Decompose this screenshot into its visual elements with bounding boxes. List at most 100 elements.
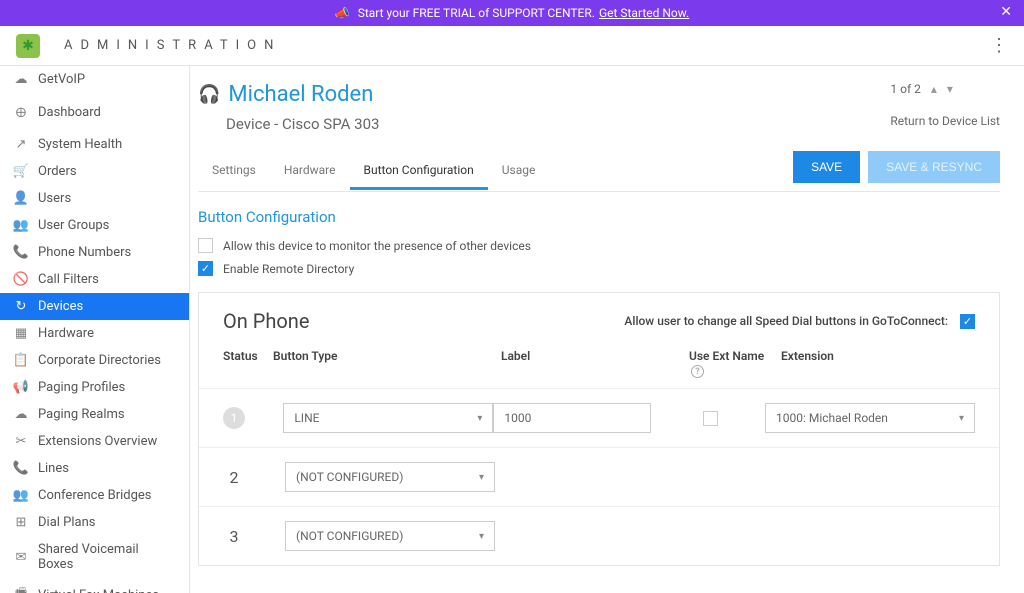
sidebar-item-dashboard-icon: 🜨 <box>12 99 30 125</box>
sidebar-item-conference-bridges[interactable]: 👥 Conference Bridges <box>0 482 189 509</box>
remote-directory-label: Enable Remote Directory <box>223 262 354 276</box>
sidebar-item-getvoip[interactable]: ☁ GetVoIP <box>0 66 189 93</box>
pager: 1 of 2 ▴ ▾ <box>890 82 1000 96</box>
sidebar: ☁ GetVoIP 🜨 Dashboard ↗ System Health 🛒 Orders 👤… <box>0 66 190 593</box>
sidebar-item-getvoip-icon: ☁ <box>12 72 30 87</box>
sidebar-item-corporate-directories[interactable]: 📋Corporate Directories <box>0 347 189 374</box>
allow-speed-dial-checkbox[interactable]: ✓ <box>960 314 975 329</box>
sidebar-item-corporate-directories-icon: 📋 <box>12 353 30 368</box>
remote-directory-row[interactable]: ✓ Enable Remote Directory <box>198 261 1000 276</box>
extension-select[interactable]: 1000: Michael Roden <box>765 403 975 433</box>
remote-directory-checkbox[interactable]: ✓ <box>198 261 213 276</box>
sidebar-item-label: Conference Bridges <box>38 488 152 503</box>
sidebar-item-user-groups[interactable]: 👥 User Groups <box>0 212 189 239</box>
sidebar-item-phone-numbers[interactable]: 📞 Phone Numbers <box>0 239 189 266</box>
headset-icon: 🎧 <box>198 84 220 105</box>
trial-banner: 📣 Start your FREE TRIAL of SUPPORT CENTE… <box>0 0 1024 26</box>
save-resync-button[interactable]: SAVE & RESYNC <box>868 151 1000 183</box>
sidebar-item-paging-profiles[interactable]: 📢Paging Profiles <box>0 374 189 401</box>
section-title: Button Configuration <box>198 208 1000 226</box>
sidebar-item-users-icon: 👤 <box>12 191 30 206</box>
sidebar-item-label: Lines <box>38 461 69 476</box>
label-input[interactable]: 1000 <box>493 403 651 433</box>
sidebar-item-phone-numbers-icon: 📞 <box>12 245 30 260</box>
button-row: 2 (NOT CONFIGURED) <box>199 448 999 507</box>
save-button[interactable]: SAVE <box>793 151 860 183</box>
sidebar-item-label: Paging Profiles <box>38 380 125 395</box>
sidebar-item-hardware[interactable]: ▦ Hardware <box>0 320 189 347</box>
banner-link[interactable]: Get Started Now. <box>599 6 689 20</box>
tab-usage[interactable]: Usage <box>488 153 550 189</box>
pager-prev-icon[interactable]: ▴ <box>931 82 937 96</box>
sidebar-item-orders-icon: 🛒 <box>12 164 30 179</box>
tab-hardware[interactable]: Hardware <box>270 153 350 189</box>
sidebar-item-label: Hardware <box>38 326 94 341</box>
sidebar-item-label: Dashboard <box>38 105 101 120</box>
sidebar-item-shared-voicemail-icon: ✉ <box>12 550 30 565</box>
sidebar-item-label: Extensions Overview <box>38 434 157 449</box>
sidebar-item-label: Shared Voicemail Boxes <box>38 542 177 572</box>
button-type-select[interactable]: LINE <box>283 403 493 433</box>
pager-text: 1 of 2 <box>890 82 920 96</box>
help-icon[interactable]: ? <box>691 365 704 378</box>
sidebar-item-extensions-overview[interactable]: ✂ Extensions Overview <box>0 428 189 455</box>
sidebar-item-hardware-icon: ▦ <box>12 326 30 341</box>
allow-speed-dial-label: Allow user to change all Speed Dial butt… <box>624 314 948 328</box>
sidebar-item-dashboard[interactable]: 🜨 Dashboard <box>0 93 189 131</box>
sidebar-item-label: User Groups <box>38 218 109 233</box>
sidebar-item-devices[interactable]: ↻ Devices <box>0 293 189 320</box>
sidebar-item-label: GetVoIP <box>38 72 85 87</box>
sidebar-item-lines[interactable]: 📞 Lines <box>0 455 189 482</box>
return-to-list-link[interactable]: Return to Device List <box>890 114 1000 128</box>
megaphone-icon: 📣 <box>335 6 350 20</box>
sidebar-item-system-health[interactable]: ↗ System Health <box>0 131 189 158</box>
row-number: 2 <box>223 468 245 487</box>
sidebar-item-label: Virtual Fax Machines <box>38 588 159 593</box>
card-title: On Phone <box>223 309 309 333</box>
tab-button-configuration[interactable]: Button Configuration <box>350 153 488 190</box>
pager-next-icon[interactable]: ▾ <box>947 82 953 96</box>
header-menu-icon[interactable]: ⋮ <box>990 35 1008 56</box>
app-header: ✱ ADMINISTRATION ⋮ <box>0 26 1024 66</box>
use-ext-name-checkbox[interactable] <box>703 411 718 426</box>
sidebar-item-label: Phone Numbers <box>38 245 131 260</box>
sidebar-item-label: System Health <box>38 137 122 152</box>
device-subtitle: Device - Cisco SPA 303 <box>226 115 379 133</box>
sidebar-item-users[interactable]: 👤 Users <box>0 185 189 212</box>
sidebar-item-devices-icon: ↻ <box>12 299 30 314</box>
sidebar-item-conference-bridges-icon: 👥 <box>12 488 30 503</box>
sidebar-item-paging-realms-icon: ☁ <box>12 407 30 422</box>
button-type-select[interactable]: (NOT CONFIGURED) <box>285 462 495 492</box>
allow-monitor-checkbox[interactable] <box>198 238 213 253</box>
sidebar-item-call-filters[interactable]: 🚫 Call Filters <box>0 266 189 293</box>
sidebar-item-shared-voicemail[interactable]: ✉ Shared Voicemail Boxes <box>0 536 189 578</box>
row-number: 3 <box>223 527 245 546</box>
sidebar-item-system-health-icon: ↗ <box>12 137 30 152</box>
main-content: 🎧 Michael Roden Device - Cisco SPA 303 1… <box>190 66 1024 593</box>
button-type-select[interactable]: (NOT CONFIGURED) <box>285 521 495 551</box>
on-phone-card: On Phone Allow user to change all Speed … <box>198 292 1000 566</box>
header-title: ADMINISTRATION <box>64 38 281 53</box>
sidebar-item-lines-icon: 📞 <box>12 461 30 476</box>
sidebar-item-extensions-overview-icon: ✂ <box>12 434 30 449</box>
sidebar-item-label: Devices <box>38 299 83 314</box>
allow-monitor-row[interactable]: Allow this device to monitor the presenc… <box>198 238 1000 253</box>
sidebar-item-label: Dial Plans <box>38 515 95 530</box>
sidebar-item-dial-plans[interactable]: ⊞ Dial Plans <box>0 509 189 536</box>
sidebar-item-user-groups-icon: 👥 <box>12 218 30 233</box>
sidebar-item-label: Orders <box>38 164 77 179</box>
button-row: 3 (NOT CONFIGURED) <box>199 507 999 565</box>
banner-close-icon[interactable]: ✕ <box>1000 4 1012 20</box>
user-name[interactable]: Michael Roden <box>228 82 373 107</box>
col-label: Label <box>501 349 689 378</box>
sidebar-item-virtual-fax[interactable]: 🖷Virtual Fax Machines <box>0 578 189 593</box>
sidebar-item-orders[interactable]: 🛒 Orders <box>0 158 189 185</box>
app-logo-icon[interactable]: ✱ <box>16 34 40 58</box>
tab-settings[interactable]: Settings <box>198 153 270 189</box>
sidebar-item-call-filters-icon: 🚫 <box>12 272 30 287</box>
sidebar-item-label: Users <box>38 191 71 206</box>
sidebar-item-dial-plans-icon: ⊞ <box>12 515 30 530</box>
sidebar-item-paging-realms[interactable]: ☁Paging Realms <box>0 401 189 428</box>
sidebar-item-label: Call Filters <box>38 272 99 287</box>
banner-text: Start your FREE TRIAL of SUPPORT CENTER. <box>358 6 595 20</box>
